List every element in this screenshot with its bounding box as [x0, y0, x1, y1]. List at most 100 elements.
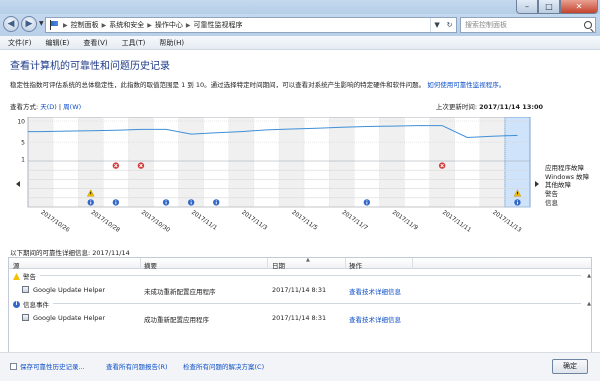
day-column[interactable] — [28, 117, 54, 207]
group-header-warning[interactable]: 警告 ▲ — [9, 271, 591, 281]
menu-tools[interactable]: 工具(T) — [122, 38, 146, 48]
back-arrow-icon: ◀ — [7, 19, 15, 29]
info-icon-dot — [215, 200, 217, 202]
warning-icon-mark — [90, 191, 92, 195]
y-tick-label: 10 — [17, 119, 25, 126]
close-button[interactable]: ✕ — [560, 0, 598, 14]
breadcrumb-reliability-monitor[interactable]: 可靠性监视程序 — [194, 20, 243, 30]
day-column[interactable] — [354, 117, 380, 207]
day-column[interactable] — [329, 117, 355, 207]
collapse-icon[interactable]: ▲ — [587, 301, 591, 307]
view-days-link[interactable]: 天(D) — [40, 103, 57, 111]
search-icon[interactable] — [584, 21, 592, 29]
breadcrumb-system-security[interactable]: 系统和安全 — [109, 20, 144, 30]
ok-button[interactable]: 确定 — [552, 359, 588, 374]
refresh-icon[interactable]: ↻ — [447, 21, 453, 29]
info-icon-dot — [516, 200, 518, 202]
address-row: ◀ ▶ ▼ ▶ 控制面板 ▶ 系统和安全 ▶ 操作中心 ▶ 可靠性监视程序 ▼ … — [0, 14, 600, 36]
day-column[interactable] — [304, 117, 330, 207]
column-divider[interactable] — [345, 258, 346, 269]
menu-view[interactable]: 查看(V) — [83, 38, 107, 48]
x-tick-label: 2017/10/26 — [39, 210, 70, 234]
column-date[interactable]: 日期 — [272, 260, 285, 270]
day-column[interactable] — [404, 117, 430, 207]
search-input[interactable]: 搜索控制面板 — [460, 17, 596, 33]
scroll-left-icon[interactable] — [16, 181, 20, 187]
minimize-button[interactable]: – — [516, 0, 538, 14]
day-column[interactable] — [128, 117, 154, 207]
forward-arrow-icon: ▶ — [25, 19, 33, 29]
application-icon — [22, 286, 29, 293]
table-row[interactable]: Google Update Helper 成功重新配置应用程序 2017/11/… — [9, 310, 591, 324]
table-row[interactable]: Google Update Helper 未成功重新配置应用程序 2017/11… — [9, 282, 591, 296]
column-summary[interactable]: 摘要 — [144, 260, 157, 270]
details-table: 源 摘要 日期 ▲ 操作 警告 ▲ Google Update Helper 未… — [8, 257, 592, 357]
view-weeks-link[interactable]: 周(W) — [63, 103, 81, 111]
day-column[interactable] — [454, 117, 480, 207]
x-tick-label: 2017/11/7 — [341, 210, 369, 232]
x-tick-label: 2017/11/3 — [240, 210, 268, 232]
reliability-chart-svg[interactable]: 10 5 1 2017/10/26 2017/10/28 2017/10/30 2017/1… — [10, 117, 540, 247]
back-button[interactable]: ◀ — [3, 16, 19, 32]
forward-button[interactable]: ▶ — [21, 16, 37, 32]
info-icon-dot — [165, 200, 167, 202]
menu-file[interactable]: 文件(F) — [8, 38, 32, 48]
day-column[interactable] — [203, 117, 229, 207]
view-all-reports-link[interactable]: 查看所有问题报告(R) — [106, 361, 168, 371]
day-column[interactable] — [153, 117, 179, 207]
content-area: 查看计算机的可靠性和问题历史记录 稳定性指数可评估系统的总体稳定性，此指数的取值… — [0, 50, 600, 357]
menu-help[interactable]: 帮助(H) — [159, 38, 184, 48]
y-tick-label: 5 — [21, 140, 25, 147]
row-summary: 未成功重新配置应用程序 — [144, 288, 216, 296]
info-icon-mark — [517, 201, 518, 205]
collapse-icon[interactable]: ▲ — [587, 273, 591, 279]
page-title: 查看计算机的可靠性和问题历史记录 — [10, 61, 170, 72]
info-icon-dot — [366, 200, 368, 202]
column-divider[interactable] — [140, 258, 141, 269]
info-icon-mark — [215, 201, 217, 205]
day-column[interactable] — [178, 117, 204, 207]
dropdown-icon[interactable]: ▼ — [434, 21, 439, 29]
row-label-app-failures: 应用程序故障 — [545, 164, 584, 172]
info-icon-dot — [115, 200, 117, 202]
day-column[interactable] — [429, 117, 455, 207]
check-solutions-link[interactable]: 检查所有问题的解决方案(C) — [183, 361, 264, 371]
group-header-info[interactable]: i 信息事件 ▲ — [9, 299, 591, 309]
column-source[interactable]: 源 — [13, 260, 20, 270]
breadcrumb-control-panel[interactable]: 控制面板 — [71, 20, 99, 30]
day-column[interactable] — [479, 117, 505, 207]
x-tick-label: 2017/10/28 — [90, 210, 121, 234]
page-description: 稳定性指数可评估系统的总体稳定性，此指数的取值范围是 1 到 10。通过选择特定… — [10, 79, 505, 89]
chevron-right-icon[interactable]: ▶ — [63, 22, 68, 29]
scroll-right-icon[interactable] — [535, 181, 539, 187]
menu-edit[interactable]: 编辑(E) — [46, 38, 70, 48]
chevron-right-icon[interactable]: ▶ — [186, 22, 191, 29]
maximize-button[interactable]: □ — [538, 0, 560, 14]
column-divider[interactable] — [267, 258, 268, 269]
last-update-value: 2017/11/14 13:00 — [479, 103, 543, 111]
row-label-misc-failures: 其他故障 — [545, 181, 571, 190]
breadcrumb-action-center[interactable]: 操作中心 — [155, 20, 183, 30]
search-placeholder: 搜索控制面板 — [465, 21, 507, 29]
chevron-right-icon[interactable]: ▶ — [102, 22, 107, 29]
day-column[interactable] — [279, 117, 305, 207]
details-caption: 以下期间的可靠性详细信息: 2017/11/14 — [10, 249, 130, 257]
row-source: Google Update Helper — [33, 314, 106, 322]
view-technical-details-link[interactable]: 查看技术详细信息 — [349, 314, 401, 324]
reliability-chart[interactable]: 10 5 1 2017/10/26 2017/10/28 2017/10/30 2017/1… — [10, 117, 540, 247]
help-link[interactable]: 如何使用可靠性监视程序。 — [427, 81, 505, 89]
bottom-bar: 保存可靠性历史记录... 查看所有问题报告(R) 检查所有问题的解决方案(C) … — [0, 352, 600, 381]
column-divider[interactable] — [412, 258, 413, 269]
view-technical-details-link[interactable]: 查看技术详细信息 — [349, 286, 401, 296]
address-bar[interactable]: ▶ 控制面板 ▶ 系统和安全 ▶ 操作中心 ▶ 可靠性监视程序 ▼ ↻ — [45, 17, 457, 33]
save-icon — [10, 363, 17, 370]
day-column[interactable] — [228, 117, 254, 207]
recent-pages-dropdown[interactable]: ▼ — [39, 20, 44, 27]
chevron-right-icon[interactable]: ▶ — [147, 22, 152, 29]
save-history-link[interactable]: 保存可靠性历史记录... — [10, 361, 85, 371]
last-update-label: 上次更新时间: — [435, 103, 480, 111]
group-label: 信息事件 — [23, 300, 49, 309]
column-action[interactable]: 操作 — [349, 260, 362, 270]
day-column[interactable] — [379, 117, 405, 207]
info-icon-dot — [190, 200, 192, 202]
